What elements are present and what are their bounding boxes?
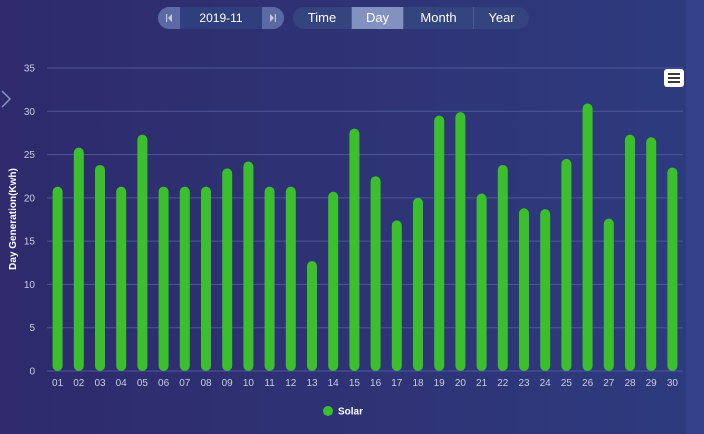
x-tick-label: 29 xyxy=(646,378,658,389)
bar-day-16[interactable] xyxy=(370,176,381,371)
x-tick-label: 19 xyxy=(434,378,446,389)
bar-day-02[interactable] xyxy=(73,147,84,371)
y-tick-label: 35 xyxy=(24,64,36,75)
x-tick-label: 18 xyxy=(412,378,424,389)
bar-day-14[interactable] xyxy=(328,191,339,371)
bars xyxy=(52,103,678,371)
bar-day-26[interactable] xyxy=(582,103,593,371)
x-tick-label: 20 xyxy=(455,378,467,389)
x-tick-label: 26 xyxy=(582,378,594,389)
legend-label-solar: Solar xyxy=(338,407,363,418)
x-tick-label: 05 xyxy=(137,378,149,389)
y-tick-label: 5 xyxy=(29,323,35,334)
y-tick-label: 20 xyxy=(24,193,36,204)
legend-marker-solar xyxy=(323,406,333,416)
bar-day-30[interactable] xyxy=(667,167,678,371)
bar-day-09[interactable] xyxy=(222,168,233,371)
x-tick-label: 11 xyxy=(264,378,275,389)
bar-day-10[interactable] xyxy=(243,161,254,371)
x-tick-label: 08 xyxy=(200,378,212,389)
x-tick-label: 16 xyxy=(370,378,382,389)
y-tick-label: 25 xyxy=(24,150,36,161)
x-tick-label: 06 xyxy=(158,378,170,389)
bar-day-06[interactable] xyxy=(158,186,169,371)
x-tick-label: 15 xyxy=(349,378,361,389)
bar-day-11[interactable] xyxy=(264,186,275,371)
bar-day-12[interactable] xyxy=(285,186,296,371)
bar-day-17[interactable] xyxy=(391,220,402,371)
bar-day-28[interactable] xyxy=(625,134,635,371)
bar-day-27[interactable] xyxy=(603,218,614,371)
x-tick-label: 01 xyxy=(52,378,64,389)
x-tick-label: 07 xyxy=(179,378,191,389)
bar-day-20[interactable] xyxy=(455,112,466,371)
bar-day-29[interactable] xyxy=(646,137,657,371)
x-tick-label: 30 xyxy=(667,378,679,389)
legend[interactable]: Solar xyxy=(323,406,363,418)
x-tick-label: 10 xyxy=(243,378,255,389)
x-tick-label: 09 xyxy=(222,378,234,389)
bar-day-25[interactable] xyxy=(561,158,572,371)
x-tick-label: 27 xyxy=(603,378,615,389)
x-tick-label: 12 xyxy=(285,378,297,389)
bar-day-21[interactable] xyxy=(476,193,487,371)
x-tick-label: 22 xyxy=(497,378,509,389)
bar-day-05[interactable] xyxy=(137,134,148,371)
x-tick-label: 23 xyxy=(518,378,530,389)
x-tick-label: 17 xyxy=(391,378,403,389)
bar-day-03[interactable] xyxy=(95,164,105,371)
bar-day-04[interactable] xyxy=(116,186,127,371)
x-tick-label: 21 xyxy=(476,378,488,389)
y-axis-ticks: 0 5 10 15 20 25 30 35 xyxy=(24,64,36,378)
bar-day-15[interactable] xyxy=(349,128,360,371)
bar-day-13[interactable] xyxy=(307,261,317,371)
bar-chart: 05101520253035 01 02 03 04 05 06 07 08 09 10 11 12 1… xyxy=(8,64,683,418)
bar-day-23[interactable] xyxy=(519,208,529,371)
x-tick-label: 25 xyxy=(561,378,573,389)
bar-day-01[interactable] xyxy=(52,186,63,371)
y-axis-label: Day Generation(Kwh) xyxy=(8,168,19,270)
bar-day-08[interactable] xyxy=(201,186,211,371)
x-tick-label: 24 xyxy=(540,378,552,389)
x-tick-label: 13 xyxy=(306,378,318,389)
x-tick-label: 02 xyxy=(73,378,85,389)
bar-day-07[interactable] xyxy=(179,186,190,371)
bar-day-24[interactable] xyxy=(540,209,551,371)
y-tick-label: 0 xyxy=(29,367,35,378)
bar-day-22[interactable] xyxy=(497,164,508,371)
y-tick-label: 30 xyxy=(24,107,36,118)
x-tick-label: 28 xyxy=(624,378,636,389)
x-tick-label: 14 xyxy=(328,378,340,389)
x-axis-ticks: 01 02 03 04 05 06 07 08 09 10 11 12 13 14 15 16 17 18 19 20… xyxy=(52,378,678,389)
y-tick-label: 10 xyxy=(24,280,36,291)
bar-day-19[interactable] xyxy=(434,115,445,371)
y-tick-label: 15 xyxy=(24,237,36,248)
x-tick-label: 04 xyxy=(116,378,128,389)
bar-day-18[interactable] xyxy=(413,197,423,371)
x-tick-label: 03 xyxy=(94,378,106,389)
